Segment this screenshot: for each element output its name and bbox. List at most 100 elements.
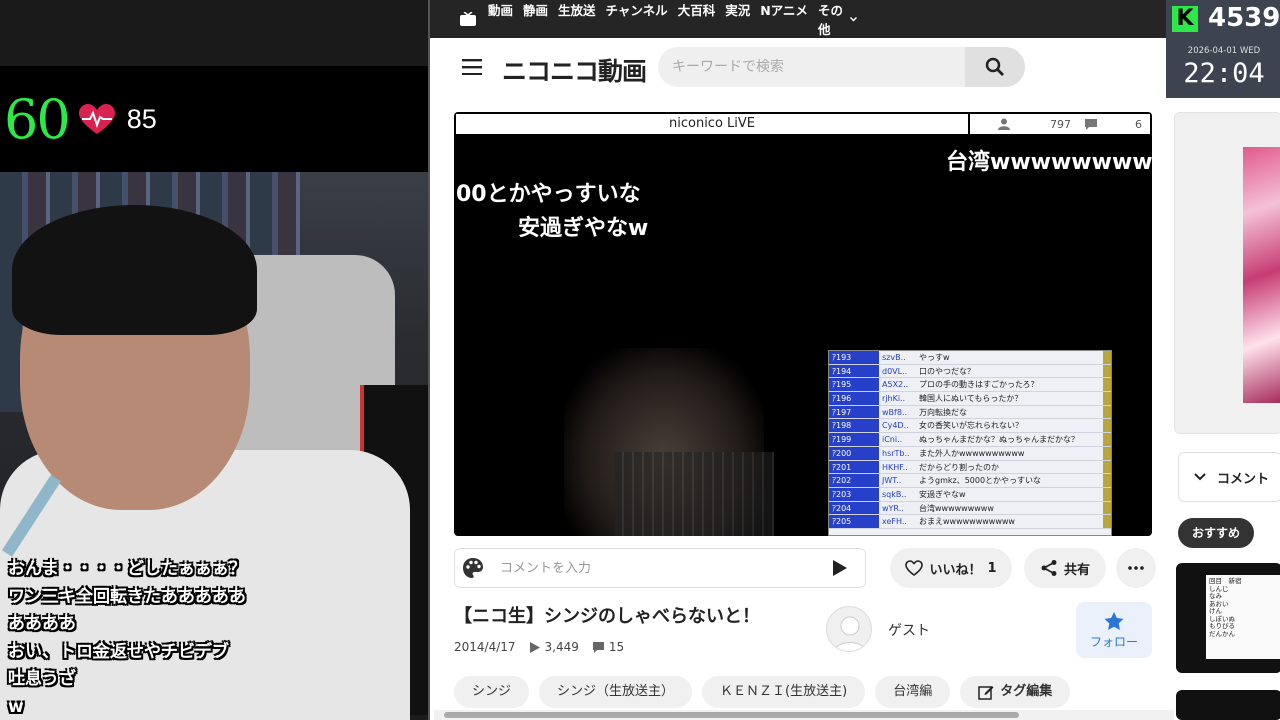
chat-line: おい、トロ金返せやチビデブ (8, 641, 229, 662)
recommended-thumbnail[interactable] (1176, 690, 1280, 720)
comment-marker (1103, 446, 1111, 460)
chevron-down-icon (849, 16, 857, 22)
comment-marker (1103, 378, 1111, 392)
search-button[interactable] (965, 47, 1025, 87)
comment-input[interactable] (500, 560, 800, 576)
nav-video[interactable]: 動画 (488, 0, 513, 38)
comment-marker (1103, 351, 1111, 364)
bpm-value: 85 (126, 104, 157, 134)
right-sidebar: コメント おすすめ 回目 新宿 しんじ なみ あおい けん しぽいぬ もりぴる … (1174, 112, 1280, 720)
live-comment-row: ｱ193 szvB.. やっすw (829, 351, 1111, 365)
video-meta: 2014/4/17 3,449 15 (454, 640, 624, 654)
guest-avatar[interactable] (826, 606, 872, 652)
like-button[interactable]: いいね！ 1 (890, 548, 1012, 588)
comment-user-id: rjhKi.. (882, 394, 906, 404)
tag-item[interactable]: 台湾編 (875, 676, 951, 708)
flowing-comment: 台湾wwwwwwwww (946, 150, 1152, 175)
comment-user-id: wBf8.. (882, 407, 908, 417)
niconico-tv-icon[interactable] (460, 12, 476, 26)
comment-user-id: szvB.. (882, 353, 906, 362)
comment-number: ｱ197 (829, 405, 879, 419)
sidebar-ad[interactable] (1174, 112, 1280, 434)
comment-text: 台湾wwwwwwwww (919, 503, 994, 513)
search-input[interactable] (658, 47, 963, 87)
nav-seiga[interactable]: 静画 (523, 0, 548, 38)
nav-jikkyo[interactable]: 実況 (725, 0, 750, 38)
comment-icon (1085, 119, 1097, 130)
star-icon (1104, 612, 1124, 630)
scrollbar-thumb[interactable] (444, 712, 1019, 718)
more-dots-icon (1128, 566, 1144, 570)
nav-more-label: その他 (817, 3, 843, 37)
live-comment-row: ｱ201 HKHF.. だからどり割ったのか (829, 460, 1111, 475)
comment-marker (1103, 460, 1111, 474)
heart-outline-icon (905, 560, 924, 576)
flowing-comment: 安過ぎやなw (518, 216, 649, 241)
search-icon (985, 57, 1004, 76)
comment-text: プロの手の動きはすごかったろ？ (919, 380, 1039, 390)
comment-number: ｱ196 (829, 392, 879, 405)
live-comment-row: ｱ202 JWT.. ようgmkz、5000とかやっすいな (829, 474, 1111, 488)
send-comment-button[interactable] (815, 549, 865, 587)
tag-item[interactable]: シンジ（生放送主） (539, 676, 693, 708)
view-stat: 3,449 (529, 640, 579, 654)
nav-dic[interactable]: 大百科 (678, 0, 716, 38)
live-comment-row: ｱ196 rjhKi.. 韓国人にぬいてもらったか？ (829, 392, 1111, 406)
nav-more[interactable]: その他 (818, 0, 858, 38)
niconico-page: 動画 静画 生放送 チャンネル 大百科 実況 Nアニメ その他 ニコニコ動画 K… (428, 0, 1280, 720)
default-avatar-icon (834, 616, 866, 651)
follow-button[interactable]: フォロー (1076, 602, 1152, 658)
top-nav-bar: 動画 静画 生放送 チャンネル 大百科 実況 Nアニメ その他 (430, 0, 1280, 38)
uploader-name[interactable]: ゲスト (888, 620, 930, 640)
nav-live[interactable]: 生放送 (558, 0, 596, 38)
more-options-button[interactable] (1116, 548, 1156, 588)
comment-user-id: sqkB.. (882, 489, 907, 499)
share-button[interactable]: 共有 (1024, 548, 1106, 588)
tag-item[interactable]: ＫＥＮＺＩ(生放送主) (702, 676, 866, 708)
comment-number: ｱ194 (829, 364, 879, 378)
comment-user-id: Cy4D.. (882, 421, 909, 431)
comment-marker (1103, 364, 1111, 378)
tag-item[interactable]: シンジ (454, 676, 530, 708)
flowing-comment: 00とかやっすいな (456, 182, 641, 207)
live-comment-row: ｱ197 wBf8.. 万向転換だな (829, 405, 1111, 420)
recommend-tab[interactable]: おすすめ (1178, 518, 1254, 548)
comment-marker (1103, 392, 1111, 405)
live-comment-list: ｱ193 szvB.. やっすw ｱ194 d0VL.. 口のやつだな？ ｱ195 A5X2.… (828, 350, 1112, 536)
like-count: 1 (987, 560, 997, 576)
horizontal-scrollbar[interactable] (434, 710, 1174, 720)
k-logo: K (1172, 6, 1198, 32)
send-icon (833, 560, 847, 576)
edit-icon (978, 686, 994, 700)
site-logo[interactable]: ニコニコ動画 (502, 52, 647, 88)
video-player[interactable]: niconico LiVE 797 6 台湾wwwwwwwww 00とかやっすい… (454, 112, 1152, 536)
comment-marker (1103, 474, 1111, 487)
tag-edit-button[interactable]: タグ編集 (960, 676, 1071, 708)
comment-user-id: HKHF.. (882, 462, 908, 472)
chat-line: ああああ (8, 614, 76, 634)
player-comment-count: 6 (1135, 117, 1142, 131)
nav-anime[interactable]: Nアニメ (760, 0, 808, 38)
nav-channel[interactable]: チャンネル (606, 0, 668, 38)
comment-stat: 15 (592, 640, 624, 654)
hamburger-menu-icon[interactable] (462, 59, 482, 75)
heart-icon (78, 103, 115, 134)
video-title: 【ニコ生】シンジのしゃべらないと！ (454, 606, 760, 627)
chat-line: ワン三キ全回転きたあああああ (8, 586, 246, 607)
recommended-thumbnail[interactable]: 回目 新宿 しんじ なみ あおい けん しぽいぬ もりぴる だんかん (1176, 563, 1280, 673)
ad-image (1243, 147, 1280, 403)
stream-panel: 60 85 おんま・・・・どしたぁぁぁ？ ワン三キ全回転きたあああああ ああああ… (0, 0, 428, 720)
viewer-icon (998, 118, 1010, 130)
comment-number: ｱ202 (829, 474, 879, 487)
play-icon (529, 641, 540, 653)
stream-chat-overlay: おんま・・・・どしたぁぁぁ？ ワン三キ全回転きたあああああ ああああ おい、トロ… (8, 556, 246, 720)
comment-text: ようgmkz、5000とかやっすいな (919, 476, 1042, 486)
comments-panel-toggle[interactable]: コメント (1178, 452, 1280, 502)
palette-icon[interactable] (462, 557, 484, 579)
live-comment-row: ｱ200 hsrTb.. また外人かwwwwwwwwww (829, 446, 1111, 461)
overlay-time: 22:04 (1183, 58, 1265, 89)
tag-list: シンジ シンジ（生放送主） ＫＥＮＺＩ(生放送主) 台湾編 タグ編集 (454, 676, 1071, 708)
comment-text: だからどり割ったのか (919, 462, 999, 472)
comments-panel-label: コメント (1217, 471, 1270, 487)
live-comment-row: ｱ194 d0VL.. 口のやつだな？ (829, 364, 1111, 379)
